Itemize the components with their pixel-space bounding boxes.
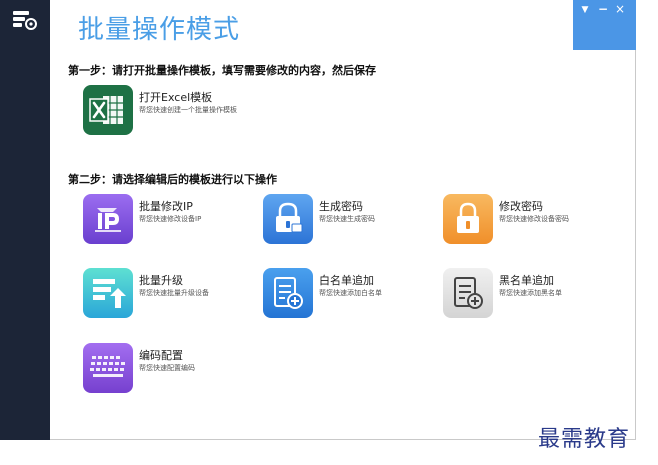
item-desc: 帮您快速批量升级设备 [139, 289, 209, 297]
close-button[interactable]: × [613, 2, 627, 16]
whitelist-add-icon [263, 268, 313, 318]
excel-icon [83, 85, 133, 135]
app-logo-icon [13, 11, 37, 30]
encoding-keyboard-icon [83, 343, 133, 393]
open-excel-template-button[interactable]: 打开Excel模板 帮您快速创建一个批量操作模板 [83, 85, 253, 137]
item-label: 生成密码 [319, 200, 363, 213]
generate-password-button[interactable]: 生成密码 帮您快速生成密码 [263, 194, 433, 246]
blacklist-append-button[interactable]: 黑名单追加 帮您快速添加黑名单 [443, 268, 613, 320]
item-label: 批量升级 [139, 274, 183, 287]
minimize-button[interactable]: − [596, 2, 610, 16]
batch-upgrade-button[interactable]: 批量升级 帮您快速批量升级设备 [83, 268, 253, 320]
item-desc: 帮您快速添加白名单 [319, 289, 382, 297]
item-label: 白名单追加 [319, 274, 374, 287]
item-label: 黑名单追加 [499, 274, 554, 287]
whitelist-append-button[interactable]: 白名单追加 帮您快速添加白名单 [263, 268, 433, 320]
menu-dropdown-icon[interactable]: ▼ [578, 3, 592, 17]
encoding-config-button[interactable]: 编码配置 帮您快速配置编码 [83, 343, 253, 395]
item-desc: 帮您快速修改设备IP [139, 215, 202, 223]
modify-password-button[interactable]: 修改密码 帮您快速修改设备密码 [443, 194, 613, 246]
item-desc: 帮您快速修改设备密码 [499, 215, 569, 223]
item-label: 编码配置 [139, 349, 183, 362]
item-desc: 帮您快速配置编码 [139, 364, 195, 372]
watermark-text: 最需教育 [538, 427, 631, 452]
item-label: 批量修改IP [139, 200, 193, 213]
page-title: 批量操作模式 [78, 15, 241, 45]
batch-modify-ip-button[interactable]: 批量修改IP 帮您快速修改设备IP [83, 194, 253, 246]
item-label: 修改密码 [499, 200, 543, 213]
item-desc: 帮您快速创建一个批量操作模板 [139, 106, 237, 114]
sidebar [0, 0, 50, 440]
upgrade-icon [83, 268, 133, 318]
step1-heading: 第一步：请打开批量操作模板，填写需要修改的内容，然后保存 [68, 64, 376, 77]
blacklist-add-icon [443, 268, 493, 318]
item-desc: 帮您快速生成密码 [319, 215, 375, 223]
step2-heading: 第二步：请选择编辑后的模板进行以下操作 [68, 173, 277, 186]
lock-icon [443, 194, 493, 244]
item-desc: 帮您快速添加黑名单 [499, 289, 562, 297]
item-label: 打开Excel模板 [139, 91, 213, 104]
ip-icon [83, 194, 133, 244]
lock-generate-icon [263, 194, 313, 244]
